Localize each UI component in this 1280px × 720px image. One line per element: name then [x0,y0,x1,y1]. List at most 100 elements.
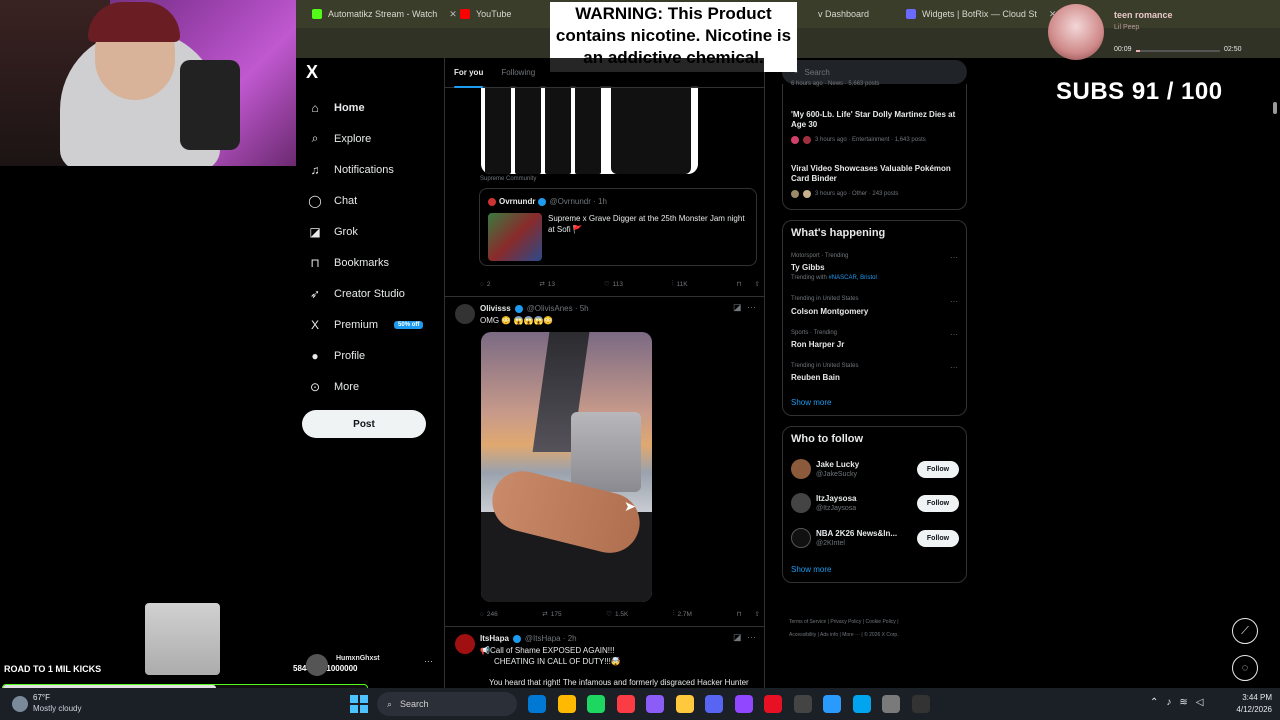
taskbar-app-icon[interactable] [793,695,812,713]
trend-hashtags[interactable]: #NASCAR, Bristol [828,275,876,281]
taskbar-app-icon[interactable] [616,695,635,713]
bookmark-button[interactable]: ⊓ ⇧ [736,610,760,618]
bookmark-button[interactable]: ⊓ ⇧ [736,280,760,288]
share-icon[interactable]: ⇧ [755,610,760,618]
follow-name[interactable]: Jake Lucky [816,460,859,469]
nav-notifications[interactable]: ♫ Notifications [304,154,444,185]
footer-link[interactable]: Privacy Policy [830,619,861,625]
follow-name[interactable]: ItzJaysosa [816,494,856,503]
weather-temperature[interactable]: 67°F [33,693,50,702]
nav-chat[interactable]: ◯ Chat [304,185,444,216]
x-logo[interactable]: X [306,62,318,83]
weather-condition[interactable]: Mostly cloudy [33,704,81,713]
scrollbar[interactable] [1270,58,1280,688]
news-item-title[interactable]: Viral Video Showcases Valuable Pokémon C… [791,164,961,184]
taskbar-app-icon[interactable] [646,695,664,713]
follow-name[interactable]: NBA 2K26 News&In... [816,529,897,538]
follow-button[interactable]: Follow [917,530,959,547]
community-label[interactable]: Supreme Community [480,176,536,182]
taskbar-app-icon[interactable] [823,695,841,713]
taskbar-app-icon[interactable] [911,695,930,713]
tweet-image[interactable] [481,86,698,174]
wifi-icon[interactable]: ≋ [1179,697,1187,708]
share-icon[interactable]: ⇧ [755,280,760,288]
taskbar-app-icon[interactable] [852,695,871,713]
taskbar-app-icon[interactable] [734,695,753,713]
grok-icon[interactable]: ⟋ [1232,618,1258,644]
author-handle[interactable]: @OlivisAnes · 5h [527,304,589,313]
quote-tweet[interactable]: Ovrnundr @Ovrnundr · 1h Supreme x Grave … [479,188,757,266]
more-icon[interactable]: ··· [950,253,958,262]
nav-profile[interactable]: ● Profile [304,340,444,371]
nav-bookmarks[interactable]: ⊓ Bookmarks [304,247,444,278]
nav-grok[interactable]: ◪ Grok [304,216,444,247]
more-icon[interactable]: ··· [950,363,958,372]
taskbar-app-icon[interactable] [705,695,723,713]
messages-icon[interactable]: ◌ [1232,655,1258,681]
clock-time[interactable]: 3:44 PM [1222,693,1272,702]
chevron-up-icon[interactable]: ⌃ [1150,697,1158,708]
footer-link[interactable]: Ads info [820,632,838,638]
taskbar-app-icon[interactable] [764,695,782,713]
views-button[interactable]: ⫶ 11K [672,280,688,288]
taskbar-search[interactable]: ⌕ Search [377,692,517,716]
like-button[interactable]: ♡ 1.5K [606,610,628,619]
taskbar-app-icon[interactable] [675,695,694,713]
footer-link[interactable]: Cookie Policy [866,619,896,625]
volume-icon[interactable]: ◁ [1196,697,1204,708]
reply-button[interactable]: ◌ 2 [480,280,491,288]
more-icon[interactable]: ··· [424,656,433,666]
taskbar-app-icon[interactable] [557,695,576,713]
trend-name[interactable]: Ron Harper Jr [791,340,844,349]
tab-youtube[interactable]: YouTube [452,4,519,24]
follow-button[interactable]: Follow [917,495,959,512]
show-more-link[interactable]: Show more [791,565,831,574]
footer-link[interactable]: Terms of Service [789,619,826,625]
footer-link[interactable]: More ··· [842,632,860,638]
nav-more[interactable]: ⊙ More [304,371,444,402]
footer-link[interactable]: Accessibility [789,632,816,638]
grok-icon[interactable]: ◪ [733,302,742,313]
avatar[interactable] [455,304,475,324]
more-icon[interactable]: ··· [747,632,756,642]
taskbar-app-icon[interactable] [528,695,546,713]
avatar[interactable] [791,528,811,548]
more-icon[interactable]: ··· [747,302,756,312]
avatar[interactable] [791,459,811,479]
post-button[interactable]: Post [302,410,426,438]
like-button[interactable]: ♡ 113 [604,280,623,289]
more-icon[interactable]: ··· [950,330,958,339]
author-handle[interactable]: @ItsHapa · 2h [525,634,577,643]
viewer-name[interactable]: HumxnGhxst [336,655,380,662]
views-button[interactable]: ⫶ 2.7M [673,610,692,618]
follow-button[interactable]: Follow [917,461,959,478]
grok-icon[interactable]: ◪ [733,632,742,643]
taskbar-app-icon[interactable] [587,695,605,713]
scroll-thumb[interactable] [1273,102,1277,114]
tab-following[interactable]: Following [501,68,535,77]
tab-automatikz[interactable]: Automatikz Stream - Watch ✕ [304,4,465,24]
tweet-video[interactable] [481,332,652,602]
repost-button[interactable]: ⇄ 13 [539,280,555,289]
avatar[interactable] [306,654,328,676]
microphone-icon[interactable]: ♪ [1166,697,1171,708]
author-name[interactable]: ItsHapa [480,634,509,643]
clock-date[interactable]: 4/12/2026 [1222,705,1272,714]
avatar[interactable] [791,493,811,513]
news-item-title[interactable]: 'My 600-Lb. Life' Star Dolly Martinez Di… [791,110,961,130]
tab-for-you[interactable]: For you [454,68,484,88]
show-more-link[interactable]: Show more [791,398,831,407]
nav-home[interactable]: ⌂ Home [304,92,444,123]
nav-premium[interactable]: X Premium 50% off [304,309,444,340]
taskbar-app-icon[interactable] [882,695,900,713]
start-button[interactable] [350,695,368,713]
trend-name[interactable]: Colson Montgomery [791,307,868,316]
reply-button[interactable]: ◌ 246 [480,610,498,618]
avatar[interactable] [455,634,475,654]
repost-button[interactable]: ⇄ 175 [542,610,561,619]
trend-name[interactable]: Ty Gibbs [791,263,825,272]
author-name[interactable]: Olivisss [480,304,511,313]
nav-explore[interactable]: ⌕ Explore [304,123,444,154]
nav-creator-studio[interactable]: ➶ Creator Studio [304,278,444,309]
tab-botrix[interactable]: Widgets | BotRix — Cloud St ✕ [898,4,1064,24]
